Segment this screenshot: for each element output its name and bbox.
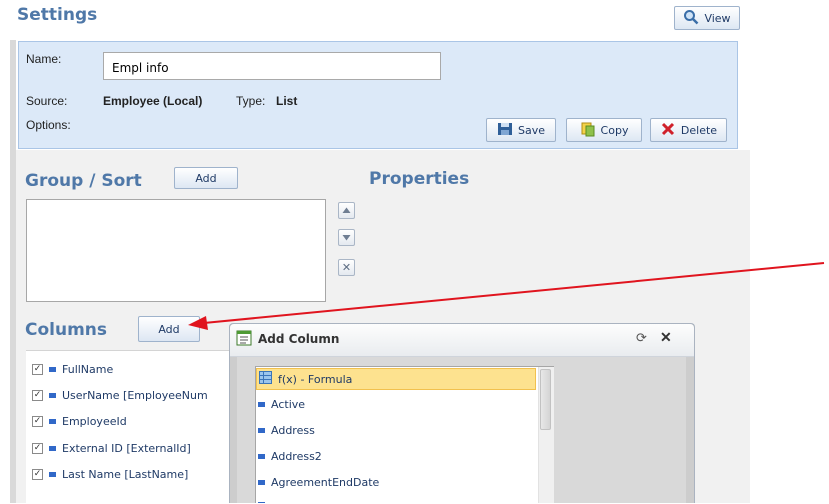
annotation-arrow xyxy=(188,262,825,330)
